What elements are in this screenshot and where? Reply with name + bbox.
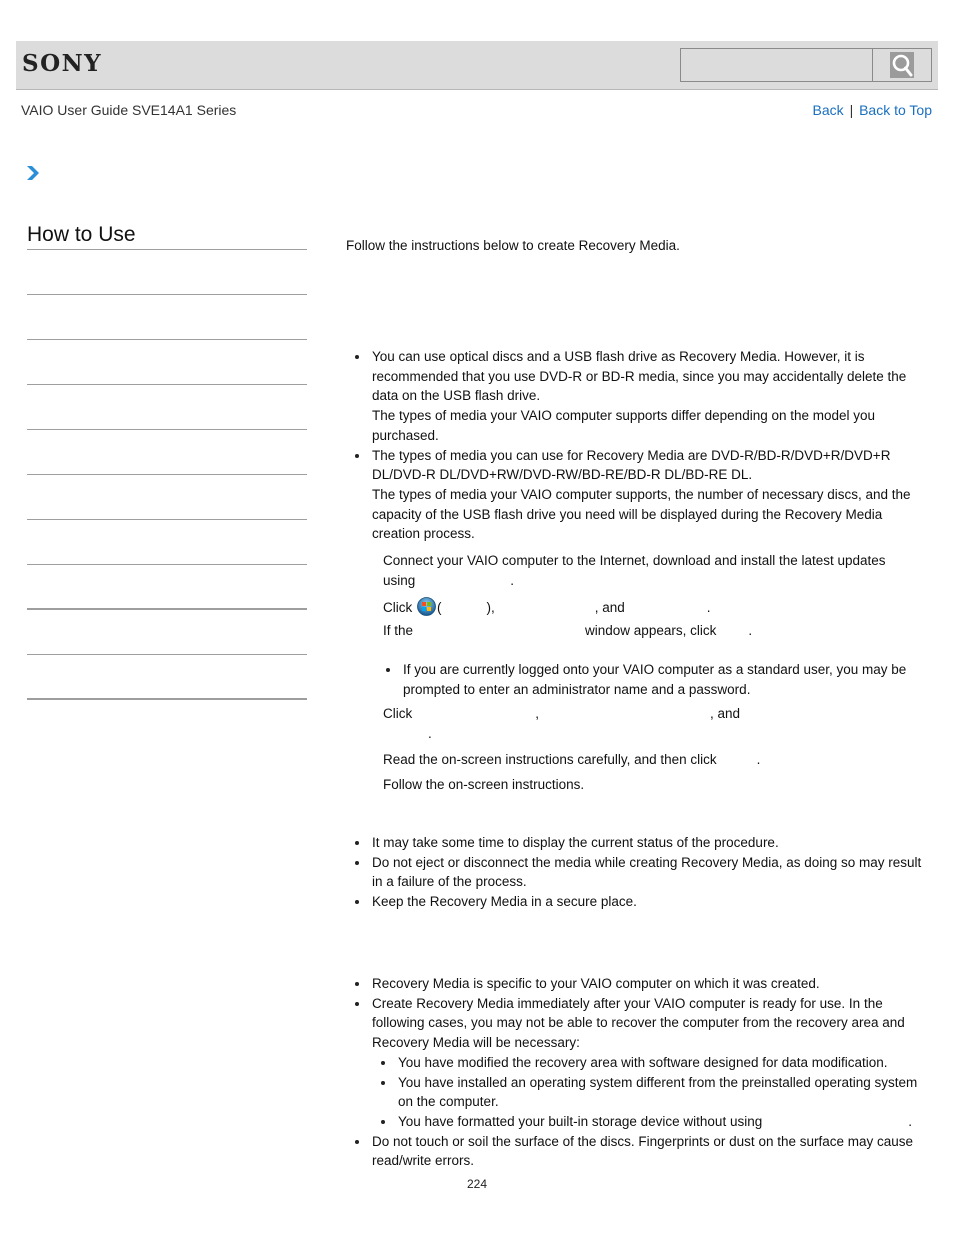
- sidebar-item[interactable]: [27, 385, 307, 430]
- windows-start-icon: [417, 597, 436, 616]
- hint-text: You can use optical discs and a USB flas…: [372, 349, 907, 404]
- step-4: Read the on-screen instructions carefull…: [383, 750, 923, 770]
- sidebar: How to Use: [27, 221, 307, 700]
- nav-separator: |: [849, 102, 854, 118]
- back-to-top-link[interactable]: Back to Top: [859, 102, 932, 118]
- step-4-end: .: [756, 752, 761, 767]
- step-3-end: .: [428, 725, 432, 741]
- step-3-comma: ,: [535, 706, 540, 721]
- step-2-end: .: [706, 600, 711, 615]
- step-2-note-item: If you are currently logged onto your VA…: [377, 660, 917, 699]
- note-item: Keep the Recovery Media in a secure plac…: [346, 892, 926, 912]
- sidebar-title: How to Use: [27, 223, 136, 246]
- note2-subitem-text: You have formatted your built-in storage…: [398, 1113, 763, 1129]
- hints-list: You can use optical discs and a USB flas…: [346, 347, 926, 544]
- hint-subtext: The types of media your VAIO computer su…: [372, 408, 876, 443]
- hint-item: The types of media you can use for Recov…: [346, 446, 926, 545]
- step-2-note: If you are currently logged onto your VA…: [377, 660, 917, 699]
- sidebar-item[interactable]: [27, 475, 307, 520]
- notes2-list: Recovery Media is specific to your VAIO …: [346, 974, 926, 1171]
- hint-text: The types of media you can use for Recov…: [372, 447, 891, 483]
- step-2-if: If the: [383, 622, 414, 638]
- step-2-line1: Click (), , and.: [383, 597, 923, 618]
- step-3-click: Click: [383, 706, 413, 721]
- step-5: Follow the on-screen instructions.: [383, 775, 923, 795]
- hint-subtext: The types of media your VAIO computer su…: [372, 486, 911, 542]
- intro-text: Follow the instructions below to create …: [346, 238, 680, 253]
- step-2: Click (), , and. If the window appears, cl…: [383, 597, 923, 640]
- step-1-line2: using.: [383, 571, 923, 591]
- note2-subitem: You have modified the recovery area with…: [372, 1053, 926, 1073]
- header-bar: SONY: [16, 41, 938, 90]
- sidebar-item[interactable]: [27, 655, 307, 700]
- back-link[interactable]: Back: [813, 102, 844, 118]
- search-input[interactable]: [681, 49, 873, 81]
- sidebar-item[interactable]: [27, 520, 307, 565]
- step-4-text: Read the on-screen instructions carefull…: [383, 752, 717, 767]
- note2-subitem: You have formatted your built-in storage…: [372, 1112, 926, 1132]
- note-item: Do not eject or disconnect the media whi…: [346, 853, 926, 892]
- step-1-line1: Connect your VAIO computer to the Intern…: [383, 553, 886, 568]
- hint-item: You can use optical discs and a USB flas…: [346, 347, 926, 446]
- step-3: Click, , and .: [383, 704, 923, 743]
- step-2-window: window appears, click: [585, 622, 717, 638]
- step-3-and: , and: [710, 706, 741, 721]
- step-2-note-list: If you are currently logged onto your VA…: [377, 660, 917, 699]
- nav-links: Back | Back to Top: [813, 102, 932, 118]
- step-1: Connect your VAIO computer to the Intern…: [383, 551, 923, 590]
- notes-section: It may take some time to display the cur…: [346, 833, 926, 912]
- step-2-end2: .: [748, 622, 753, 638]
- hints-section: You can use optical discs and a USB flas…: [346, 347, 926, 544]
- notes2-section: Recovery Media is specific to your VAIO …: [346, 974, 926, 1171]
- step-1-period: .: [510, 572, 515, 588]
- sidebar-item[interactable]: [27, 295, 307, 340]
- sidebar-item[interactable]: [27, 250, 307, 295]
- search-box: [680, 48, 932, 82]
- sony-logo: SONY: [22, 50, 103, 77]
- step-1-using: using: [383, 572, 416, 588]
- sidebar-item[interactable]: [27, 610, 307, 655]
- step-2-click: Click: [383, 600, 413, 615]
- note2-item: Create Recovery Media immediately after …: [346, 994, 926, 1132]
- note2-item: Do not touch or soil the surface of the …: [346, 1132, 926, 1171]
- step-2-and: , and: [594, 600, 625, 615]
- note-item: It may take some time to display the cur…: [346, 833, 926, 853]
- guide-title: VAIO User Guide SVE14A1 Series: [21, 102, 237, 118]
- step-2-paren-open: (: [437, 600, 442, 615]
- step-5-text: Follow the on-screen instructions.: [383, 777, 585, 792]
- sidebar-item[interactable]: [27, 430, 307, 475]
- sidebar-item[interactable]: [27, 340, 307, 385]
- step-3-line2: .: [383, 724, 923, 744]
- note2-item: Recovery Media is specific to your VAIO …: [346, 974, 926, 994]
- step-2-line2: If the window appears, click.: [383, 621, 923, 641]
- note2-item-text: Create Recovery Media immediately after …: [372, 995, 905, 1051]
- step-3-line1: Click, , and: [383, 704, 923, 724]
- page-number: 224: [467, 1177, 488, 1191]
- search-button[interactable]: [873, 49, 931, 81]
- note2-sublist: You have modified the recovery area with…: [372, 1053, 926, 1132]
- chevron-right-icon[interactable]: [26, 165, 40, 181]
- search-icon: [890, 52, 914, 78]
- note2-subitem-end: .: [908, 1113, 912, 1129]
- notes-list: It may take some time to display the cur…: [346, 833, 926, 912]
- note2-subitem: You have installed an operating system d…: [372, 1073, 926, 1112]
- step-2-paren-close: ),: [486, 600, 495, 615]
- sidebar-item[interactable]: [27, 565, 307, 610]
- breadcrumb: [26, 165, 40, 184]
